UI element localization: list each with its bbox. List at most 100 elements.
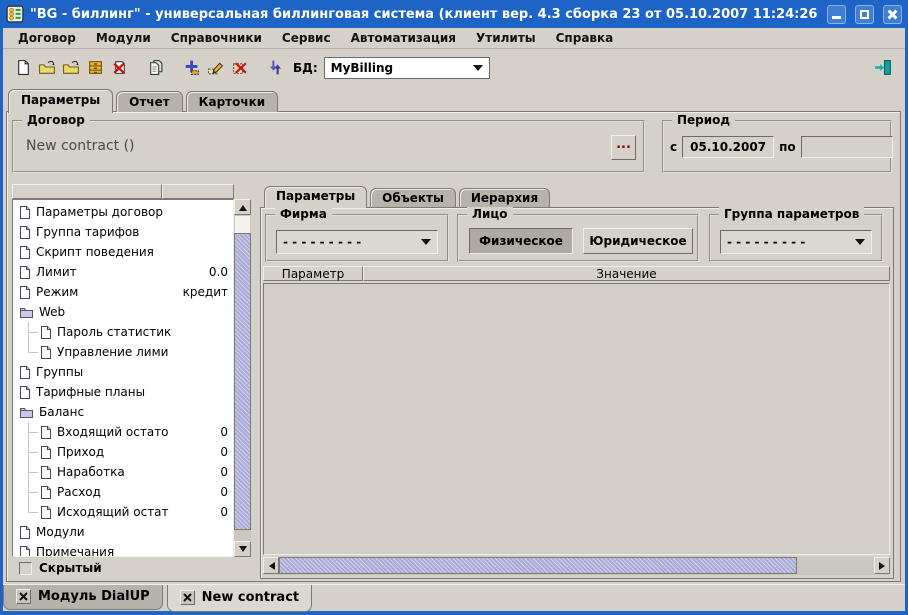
right-panel: Параметры Объекты Иерархия Фирма - - - -…: [260, 186, 894, 579]
tab-parameters[interactable]: Параметры: [8, 89, 113, 113]
archive-icon[interactable]: [83, 56, 107, 80]
open-contract-icon[interactable]: [35, 56, 59, 80]
menu-modules[interactable]: Модули: [86, 29, 161, 47]
tree-row[interactable]: Лимит0.0: [13, 262, 233, 282]
period-to-label: по: [779, 140, 796, 154]
scroll-right-icon[interactable]: [874, 557, 890, 574]
firm-select[interactable]: - - - - - - - - -: [276, 230, 438, 254]
open-module-icon[interactable]: [59, 56, 83, 80]
tab-right-objects[interactable]: Объекты: [370, 188, 456, 207]
tree-row[interactable]: Группа тарифов: [13, 222, 233, 242]
tree-vertical-scrollbar[interactable]: [234, 199, 251, 557]
scroll-down-icon[interactable]: [234, 541, 251, 557]
parameter-table-header: Параметр Значение: [263, 266, 890, 283]
db-select-value: MyBilling: [331, 61, 473, 75]
tree-row[interactable]: Расход0: [13, 482, 233, 502]
tree-row[interactable]: Наработка0: [13, 462, 233, 482]
document-icon: [40, 505, 52, 520]
minimize-button[interactable]: [827, 5, 846, 24]
menu-contract[interactable]: Договор: [8, 29, 86, 47]
menu-service[interactable]: Сервис: [272, 29, 341, 47]
tab-right-parameters[interactable]: Параметры: [264, 186, 367, 208]
tree-row[interactable]: Группы: [13, 362, 233, 382]
contract-browse-button[interactable]: ...: [611, 135, 636, 160]
hidden-checkbox-row: Скрытый: [19, 561, 102, 575]
bottom-tab-label: New contract: [202, 590, 299, 605]
tree-row[interactable]: Исходящий остат0: [13, 502, 233, 522]
contract-groupbox: Договор New contract () ...: [12, 120, 645, 173]
tree-row[interactable]: Входящий остато0: [13, 422, 233, 442]
column-value: Значение: [363, 266, 890, 281]
scroll-left-icon[interactable]: [263, 557, 279, 574]
copy-document-icon[interactable]: [143, 56, 167, 80]
delete-document-icon[interactable]: [107, 56, 131, 80]
tree-row[interactable]: Тарифные планы: [13, 382, 233, 402]
scrollbar-thumb[interactable]: [234, 233, 251, 530]
parameter-group-title: Группа параметров: [719, 207, 864, 221]
period-from-field[interactable]: 05.10.2007: [682, 136, 774, 158]
hidden-checkbox[interactable]: [19, 562, 32, 575]
parameter-group-groupbox: Группа параметров - - - - - - - - -: [709, 214, 883, 262]
right-tab-panel: Фирма - - - - - - - - - Лицо Физическое …: [260, 207, 894, 579]
menu-directories[interactable]: Справочники: [161, 29, 272, 47]
tree-row[interactable]: Примечания: [13, 542, 233, 557]
bottom-tab-label: Модуль DialUP: [38, 589, 150, 604]
period-groupbox: Период с 05.10.2007 по: [662, 120, 892, 173]
tree-row[interactable]: Управление лими: [13, 342, 233, 362]
tab-cards[interactable]: Карточки: [186, 91, 279, 112]
db-select[interactable]: MyBilling: [324, 57, 490, 79]
add-item-icon[interactable]: [179, 56, 203, 80]
document-icon: [40, 485, 52, 500]
tab-module-dialup[interactable]: Модуль DialUP: [3, 585, 163, 610]
folder-open-icon: [19, 306, 34, 319]
period-to-field[interactable]: [801, 136, 893, 158]
chevron-down-icon: [855, 239, 865, 250]
tree-row[interactable]: Параметры договор: [13, 202, 233, 222]
document-icon: [19, 285, 31, 300]
tree-row[interactable]: Баланс: [13, 402, 233, 422]
tree-row[interactable]: Скрипт поведения: [13, 242, 233, 262]
document-icon: [19, 525, 31, 540]
chevron-down-icon: [421, 239, 431, 250]
person-group-title: Лицо: [467, 207, 513, 221]
parameter-group-select[interactable]: - - - - - - - - -: [720, 230, 872, 254]
document-icon: [19, 365, 31, 380]
window-title: "BG - биллинг" - универсальная биллингов…: [30, 7, 818, 22]
document-icon: [40, 465, 52, 480]
new-document-icon[interactable]: [11, 56, 35, 80]
app-icon: [6, 5, 24, 23]
tab-report[interactable]: Отчет: [116, 91, 183, 112]
close-button[interactable]: [883, 5, 902, 24]
scrollbar-thumb[interactable]: [279, 557, 797, 574]
scroll-up-icon[interactable]: [234, 199, 251, 215]
menu-help[interactable]: Справка: [546, 29, 624, 47]
parameter-table-body: [263, 283, 890, 555]
tab-right-hierarchy[interactable]: Иерархия: [459, 188, 550, 207]
table-horizontal-scrollbar[interactable]: [263, 557, 890, 575]
tree-row[interactable]: Режимкредит: [13, 282, 233, 302]
close-icon[interactable]: [180, 590, 195, 605]
menu-utilities[interactable]: Утилиты: [466, 29, 546, 47]
tree-row[interactable]: Пароль статистик: [13, 322, 233, 342]
person-groupbox: Лицо Физическое Юридическое: [457, 214, 699, 262]
delete-item-icon[interactable]: [227, 56, 251, 80]
document-icon: [40, 445, 52, 460]
application-window: "BG - биллинг" - универсальная биллингов…: [0, 0, 908, 615]
tree-row[interactable]: Web: [13, 302, 233, 322]
tab-new-contract[interactable]: New contract: [167, 585, 312, 612]
refresh-icon[interactable]: [263, 56, 287, 80]
maximize-button[interactable]: [855, 5, 874, 24]
parameters-tab-panel: Договор New contract () ... Период с 05.…: [6, 111, 901, 582]
document-icon: [40, 345, 52, 360]
legal-person-button[interactable]: Юридическое: [583, 228, 693, 254]
edit-item-icon[interactable]: [203, 56, 227, 80]
tree-row[interactable]: Модули: [13, 522, 233, 542]
document-icon: [19, 205, 31, 220]
tree-row[interactable]: Приход0: [13, 442, 233, 462]
firm-group-title: Фирма: [275, 207, 332, 221]
menu-automation[interactable]: Автоматизация: [341, 29, 466, 47]
exit-icon[interactable]: [871, 56, 895, 80]
physical-person-button[interactable]: Физическое: [469, 228, 573, 254]
document-icon: [19, 225, 31, 240]
close-icon[interactable]: [16, 589, 31, 604]
